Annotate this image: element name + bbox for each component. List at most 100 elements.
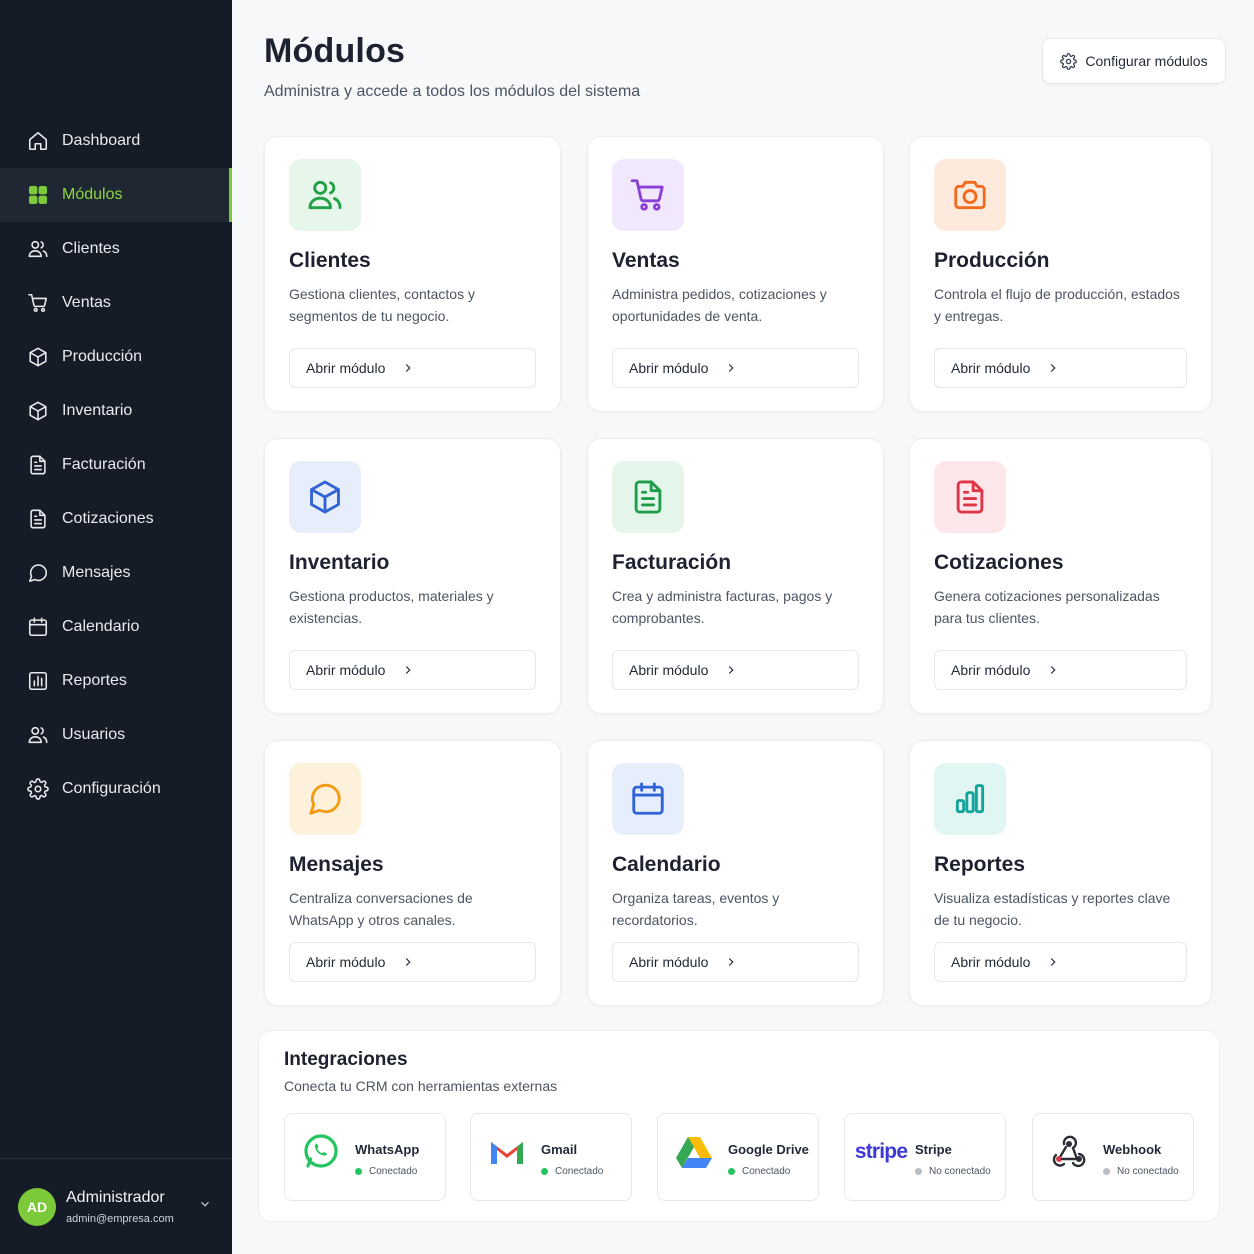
- integration-status-label: Conectado: [555, 1166, 604, 1177]
- chevron-right-icon: [406, 958, 411, 966]
- sidebar-item-dashboard[interactable]: Dashboard: [0, 114, 232, 168]
- module-description: Gestiona clientes, contactos y segmentos…: [289, 286, 475, 324]
- module-title: Inventario: [289, 551, 390, 574]
- module-title: Cotizaciones: [934, 551, 1064, 574]
- user-email: admin@empresa.com: [66, 1212, 174, 1225]
- user-info: Administrador admin@empresa.com: [66, 1189, 174, 1225]
- home-icon: [26, 129, 50, 153]
- module-title: Mensajes: [289, 853, 384, 876]
- user-menu[interactable]: AD Administrador admin@empresa.com: [0, 1158, 232, 1254]
- calendar-icon: [26, 615, 50, 639]
- module-card-mensajes: Mensajes Centraliza conversaciones de Wha…: [264, 740, 561, 1006]
- status-dot: [541, 1168, 548, 1175]
- gear-icon: [26, 777, 50, 801]
- document-icon: [934, 461, 1006, 533]
- sidebar-item-inventario[interactable]: Inventario: [0, 384, 232, 438]
- whatsapp-logo: [299, 1132, 343, 1172]
- sidebar-item-label: Inventario: [62, 402, 133, 419]
- sidebar-item-facturacion[interactable]: Facturación: [0, 438, 232, 492]
- open-module-label: Abrir módulo: [951, 360, 1031, 376]
- open-module-label: Abrir módulo: [951, 662, 1031, 678]
- open-module-button[interactable]: Abrir módulo: [934, 348, 1187, 388]
- module-description: Visualiza estadísticas y reportes clave …: [934, 890, 1171, 928]
- chat-icon: [289, 763, 361, 835]
- box-icon: [26, 345, 50, 369]
- sidebar-item-reportes[interactable]: Reportes: [0, 654, 232, 708]
- integration-name: WhatsApp: [355, 1142, 420, 1157]
- chevron-right-icon: [729, 364, 734, 372]
- integration-card-google-drive[interactable]: Google Drive Conectado: [657, 1113, 819, 1201]
- module-card-calendario: Calendario Organiza tareas, eventos y rec…: [587, 740, 884, 1006]
- sidebar: Dashboard Módulos Clientes Ventas Producción…: [0, 0, 232, 1254]
- integration-name: Stripe: [915, 1142, 952, 1157]
- sidebar-item-configuracion[interactable]: Configuración: [0, 762, 232, 816]
- open-module-button[interactable]: Abrir módulo: [612, 942, 859, 982]
- module-title: Producción: [934, 249, 1050, 272]
- status-dot: [355, 1168, 362, 1175]
- open-module-label: Abrir módulo: [629, 662, 709, 678]
- sidebar-item-cotizaciones[interactable]: Cotizaciones: [0, 492, 232, 546]
- user-name: Administrador: [66, 1188, 165, 1206]
- integration-name: Google Drive: [728, 1142, 809, 1157]
- gear-icon: [1060, 52, 1078, 70]
- sidebar-item-mensajes[interactable]: Mensajes: [0, 546, 232, 600]
- open-module-label: Abrir módulo: [306, 954, 386, 970]
- module-card-inventario: Inventario Gestiona productos, materiales…: [264, 438, 561, 714]
- sidebar-item-usuarios[interactable]: Usuarios: [0, 708, 232, 762]
- chart-icon: [26, 669, 50, 693]
- open-module-button[interactable]: Abrir módulo: [289, 650, 536, 690]
- sidebar-item-label: Ventas: [62, 294, 111, 311]
- chevron-right-icon: [1051, 958, 1056, 966]
- sidebar-item-label: Usuarios: [62, 726, 126, 743]
- box-icon: [26, 399, 50, 423]
- module-card-ventas: Ventas Administra pedidos, cotizaciones y…: [587, 136, 884, 412]
- calendar-icon: [612, 763, 684, 835]
- status-dot: [1103, 1168, 1110, 1175]
- integration-status-label: Conectado: [742, 1166, 791, 1177]
- module-description: Administra pedidos, cotizaciones y oport…: [612, 286, 827, 324]
- sidebar-item-label: Dashboard: [62, 132, 141, 149]
- sidebar-item-produccion[interactable]: Producción: [0, 330, 232, 384]
- integration-status: No conectado: [1103, 1166, 1179, 1177]
- stripe-wordmark: stripe: [854, 1140, 908, 1163]
- module-description: Controla el flujo de producción, estados…: [934, 286, 1180, 324]
- integration-name: Webhook: [1103, 1142, 1162, 1157]
- module-title: Ventas: [612, 249, 680, 272]
- integration-card-stripe[interactable]: stripe Stripe No conectado: [844, 1113, 1006, 1201]
- configure-modules-button[interactable]: Configurar módulos: [1042, 38, 1226, 84]
- chevron-down-icon[interactable]: [198, 1197, 212, 1211]
- module-description: Organiza tareas, eventos y recordatorios…: [612, 890, 780, 928]
- status-dot: [915, 1168, 922, 1175]
- module-title: Facturación: [612, 551, 732, 574]
- module-title: Calendario: [612, 853, 721, 876]
- open-module-button[interactable]: Abrir módulo: [612, 650, 859, 690]
- sidebar-item-label: Módulos: [62, 186, 123, 203]
- sidebar-item-calendario[interactable]: Calendario: [0, 600, 232, 654]
- sidebar-item-modulos[interactable]: Módulos: [0, 168, 232, 222]
- open-module-button[interactable]: Abrir módulo: [934, 650, 1187, 690]
- integration-card-whatsapp[interactable]: WhatsApp Conectado: [284, 1113, 446, 1201]
- chevron-right-icon: [729, 958, 734, 966]
- module-title: Reportes: [934, 853, 1026, 876]
- sidebar-item-clientes[interactable]: Clientes: [0, 222, 232, 276]
- integration-status: Conectado: [728, 1166, 790, 1177]
- users-icon: [26, 723, 50, 747]
- integration-card-webhook[interactable]: Webhook No conectado: [1032, 1113, 1194, 1201]
- stripe-logo: stripe: [855, 1132, 908, 1172]
- open-module-button[interactable]: Abrir módulo: [289, 942, 536, 982]
- sidebar-item-label: Producción: [62, 348, 143, 365]
- open-module-button[interactable]: Abrir módulo: [934, 942, 1187, 982]
- module-card-clientes: Clientes Gestiona clientes, contactos y s…: [264, 136, 561, 412]
- open-module-button[interactable]: Abrir módulo: [289, 348, 536, 388]
- sidebar-item-ventas[interactable]: Ventas: [0, 276, 232, 330]
- webhook-logo: [1047, 1132, 1091, 1172]
- chevron-right-icon: [729, 666, 734, 674]
- avatar: AD: [18, 1187, 56, 1226]
- open-module-button[interactable]: Abrir módulo: [612, 348, 859, 388]
- module-description: Crea y administra facturas, pagos y comp…: [612, 588, 833, 626]
- integration-card-gmail[interactable]: Gmail Conectado: [470, 1113, 632, 1201]
- status-dot: [728, 1168, 735, 1175]
- sidebar-item-label: Calendario: [62, 618, 140, 635]
- users-icon: [26, 237, 50, 261]
- document-icon: [26, 453, 50, 477]
